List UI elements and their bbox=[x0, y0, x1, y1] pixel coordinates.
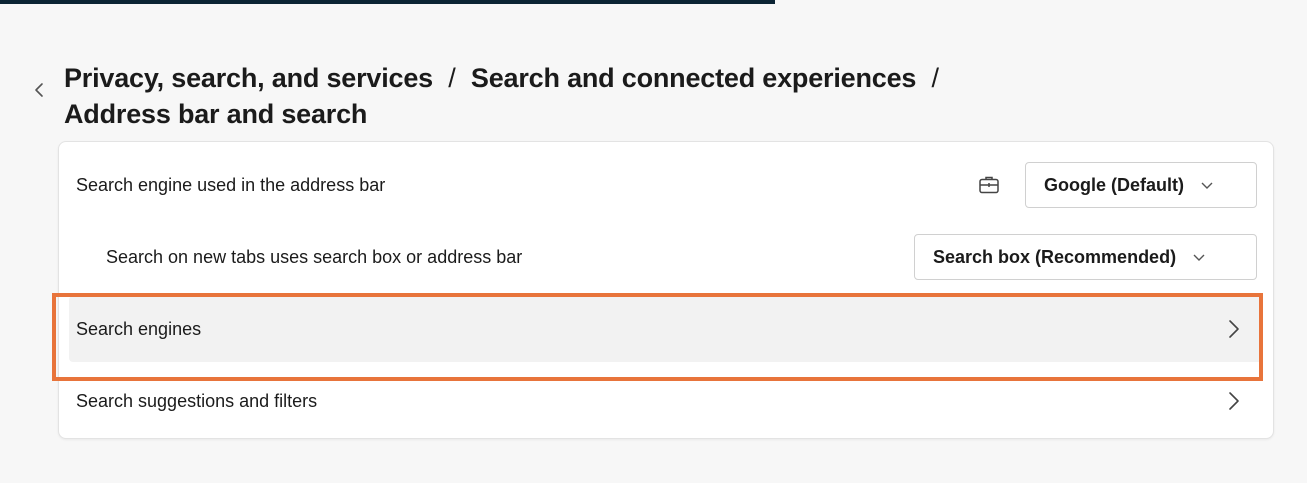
dropdown-selected-value: Search box (Recommended) bbox=[933, 246, 1177, 267]
new-tab-search-dropdown[interactable]: Search box (Recommended) bbox=[914, 234, 1257, 280]
chevron-down-icon bbox=[1200, 180, 1214, 190]
setting-label: Search suggestions and filters bbox=[76, 390, 318, 411]
setting-row-suggestions-filters[interactable]: Search suggestions and filters bbox=[59, 368, 1273, 434]
breadcrumb: Privacy, search, and services / Search a… bbox=[64, 60, 1064, 132]
breadcrumb-search-connected-experiences[interactable]: Search and connected experiences bbox=[471, 63, 916, 93]
breadcrumb-separator: / bbox=[448, 63, 456, 93]
dropdown-selected-value: Google (Default) bbox=[1044, 174, 1184, 195]
chevron-right-icon bbox=[1229, 320, 1239, 338]
setting-row-address-bar-engine: Search engine used in the address bar Go… bbox=[59, 152, 1273, 218]
setting-label: Search engine used in the address bar bbox=[76, 174, 386, 195]
chevron-down-icon bbox=[1192, 252, 1206, 262]
setting-label: Search engines bbox=[76, 318, 202, 339]
chevron-left-icon bbox=[35, 83, 43, 97]
window-top-strip bbox=[0, 0, 775, 4]
settings-card: Search engine used in the address bar Go… bbox=[58, 141, 1274, 439]
breadcrumb-separator: / bbox=[931, 63, 940, 93]
setting-row-new-tab-search: Search on new tabs uses search box or ad… bbox=[59, 224, 1273, 290]
briefcase-icon bbox=[979, 176, 999, 194]
row-hover-background bbox=[69, 296, 1263, 362]
setting-row-search-engines[interactable]: Search engines bbox=[59, 296, 1273, 362]
chevron-right-icon bbox=[1229, 392, 1239, 410]
back-button[interactable] bbox=[28, 78, 50, 102]
setting-label: Search on new tabs uses search box or ad… bbox=[106, 246, 523, 267]
page-title: Address bar and search bbox=[64, 99, 368, 129]
address-bar-engine-dropdown[interactable]: Google (Default) bbox=[1025, 162, 1257, 208]
breadcrumb-privacy-search-services[interactable]: Privacy, search, and services bbox=[64, 63, 433, 93]
